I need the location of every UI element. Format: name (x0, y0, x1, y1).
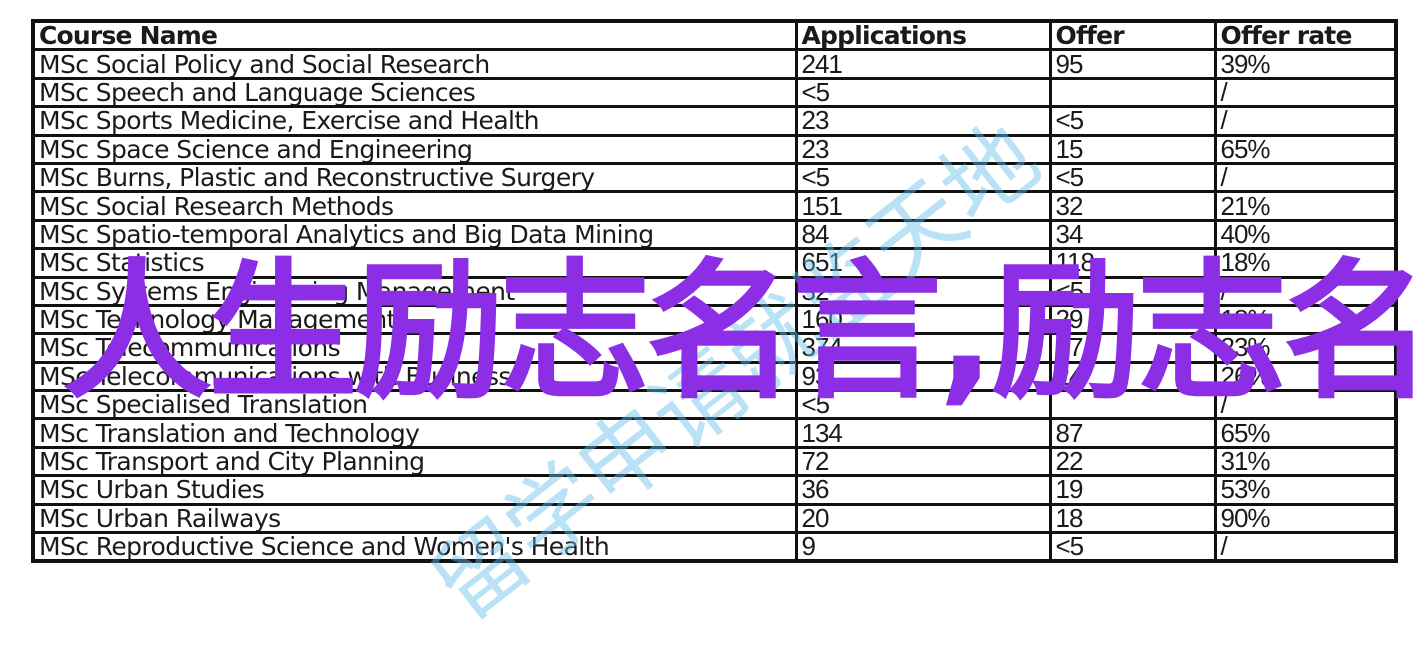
cell-offer-rate: / (1213, 105, 1398, 137)
cell-course-name: MSc Translation and Technology (31, 417, 798, 449)
cell-offer-rate: 31% (1213, 445, 1398, 478)
table-row: MSc Social Research Methods 151 32 21% (31, 190, 1398, 222)
table-row: MSc Space Science and Engineering 23 15 65% (31, 133, 1398, 165)
header-applications: Applications (794, 19, 1052, 52)
cell-offer-rate: / (1213, 531, 1398, 563)
cell-applications: 160 (794, 303, 1052, 336)
cell-offer: <5 (1048, 275, 1217, 307)
header-offer-rate: Offer rate (1213, 19, 1398, 52)
cell-offer-rate: 65% (1213, 133, 1398, 165)
cell-offer: <5 (1048, 531, 1217, 563)
table-row: MSc Transport and City Planning 72 22 31% (31, 445, 1398, 478)
cell-course-name: MSc Reproductive Science and Women's Hea… (31, 531, 798, 563)
table-row: MSc Burns, Plastic and Reconstructive Su… (31, 161, 1398, 194)
table-row: MSc Technology Management 160 29 18% (31, 303, 1398, 336)
cell-course-name: MSc Systems Engineering Management (31, 275, 798, 307)
cell-offer-rate: 23% (1213, 332, 1398, 364)
cell-applications: 134 (794, 417, 1052, 449)
cell-offer: 95 (1048, 48, 1217, 80)
admissions-table: Course Name Applications Offer Offer rat… (31, 19, 1398, 564)
cell-offer (1048, 76, 1217, 109)
cell-offer-rate: / (1213, 161, 1398, 194)
cell-offer-rate: / (1213, 275, 1398, 307)
cell-applications: 84 (794, 218, 1052, 251)
cell-course-name: MSc Telecommunications (31, 332, 798, 364)
table-body: MSc Social Policy and Social Research 241… (31, 48, 1398, 563)
table-row: MSc Reproductive Science and Women's Hea… (31, 531, 1398, 563)
table-row: MSc Urban Railways 20 18 90% (31, 502, 1398, 535)
cell-course-name: MSc Social Policy and Social Research (31, 48, 798, 80)
cell-offer-rate: 39% (1213, 48, 1398, 80)
cell-course-name: MSc Urban Railways (31, 502, 798, 535)
cell-applications: 9 (794, 531, 1052, 563)
cell-course-name: MSc Technology Management (31, 303, 798, 336)
cell-offer-rate: 53% (1213, 474, 1398, 506)
table-row: MSc Urban Studies 36 19 53% (31, 474, 1398, 506)
cell-applications: 241 (794, 48, 1052, 80)
cell-offer: 87 (1048, 332, 1217, 364)
cell-offer-rate: 40% (1213, 218, 1398, 251)
cell-offer-rate: 65% (1213, 417, 1398, 449)
cell-course-name: MSc Telecommunications with Business (31, 360, 798, 393)
cell-offer-rate: 26% (1213, 360, 1398, 393)
header-course-name: Course Name (31, 19, 798, 52)
cell-course-name: MSc Social Research Methods (31, 190, 798, 222)
cell-offer: 118 (1048, 247, 1217, 279)
cell-course-name: MSc Statistics (31, 247, 798, 279)
cell-offer: 29 (1048, 303, 1217, 336)
header-offer: Offer (1048, 19, 1217, 52)
cell-offer: 19 (1048, 474, 1217, 506)
table-row: MSc Sports Medicine, Exercise and Health… (31, 105, 1398, 137)
cell-applications: 93 (794, 360, 1052, 393)
cell-applications: 32 (794, 275, 1052, 307)
table-row: MSc Specialised Translation <5 / (31, 389, 1398, 421)
cell-offer: 18 (1048, 502, 1217, 535)
cell-applications: <5 (794, 161, 1052, 194)
cell-applications: 72 (794, 445, 1052, 478)
cell-offer (1048, 389, 1217, 421)
cell-applications: 36 (794, 474, 1052, 506)
cell-applications: 374 (794, 332, 1052, 364)
cell-offer: 32 (1048, 190, 1217, 222)
cell-offer-rate: / (1213, 389, 1398, 421)
cell-applications: <5 (794, 389, 1052, 421)
document-page: Course Name Applications Offer Offer rat… (0, 0, 1418, 650)
cell-course-name: MSc Speech and Language Sciences (31, 76, 798, 109)
cell-applications: 23 (794, 105, 1052, 137)
table-row: MSc Translation and Technology 134 87 65% (31, 417, 1398, 449)
cell-offer: 15 (1048, 133, 1217, 165)
cell-offer: 87 (1048, 417, 1217, 449)
table-header-row: Course Name Applications Offer Offer rat… (31, 19, 1398, 52)
cell-offer-rate: 90% (1213, 502, 1398, 535)
cell-course-name: MSc Specialised Translation (31, 389, 798, 421)
cell-offer: <5 (1048, 161, 1217, 194)
cell-offer-rate: / (1213, 76, 1398, 109)
cell-course-name: MSc Urban Studies (31, 474, 798, 506)
table-row: MSc Statistics 651 118 18% (31, 247, 1398, 279)
cell-offer-rate: 18% (1213, 303, 1398, 336)
cell-course-name: MSc Space Science and Engineering (31, 133, 798, 165)
cell-offer: 22 (1048, 445, 1217, 478)
cell-offer: 34 (1048, 218, 1217, 251)
cell-applications: <5 (794, 76, 1052, 109)
table-row: MSc Telecommunications with Business 93 24… (31, 360, 1398, 393)
table-row: MSc Spatio-temporal Analytics and Big Da… (31, 218, 1398, 251)
cell-course-name: MSc Transport and City Planning (31, 445, 798, 478)
cell-applications: 20 (794, 502, 1052, 535)
cell-applications: 23 (794, 133, 1052, 165)
cell-course-name: MSc Burns, Plastic and Reconstructive Su… (31, 161, 798, 194)
table-row: MSc Speech and Language Sciences <5 / (31, 76, 1398, 109)
cell-offer: <5 (1048, 105, 1217, 137)
cell-applications: 151 (794, 190, 1052, 222)
table-row: MSc Systems Engineering Management 32 <5/ (31, 275, 1398, 307)
cell-offer-rate: 21% (1213, 190, 1398, 222)
cell-course-name: MSc Sports Medicine, Exercise and Health (31, 105, 798, 137)
table-row: MSc Social Policy and Social Research 241… (31, 48, 1398, 80)
cell-offer-rate: 18% (1213, 247, 1398, 279)
cell-applications: 651 (794, 247, 1052, 279)
table-row: MSc Telecommunications 374 87 23% (31, 332, 1398, 364)
cell-offer: 24 (1048, 360, 1217, 393)
cell-course-name: MSc Spatio-temporal Analytics and Big Da… (31, 218, 798, 251)
